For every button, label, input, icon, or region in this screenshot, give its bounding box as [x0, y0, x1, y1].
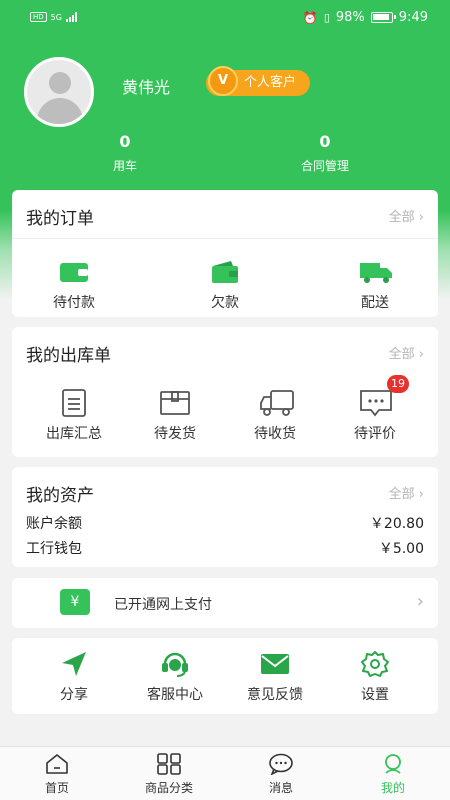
- tab-label: 消息: [268, 781, 293, 795]
- asset-label: 工行钱包: [26, 541, 82, 557]
- orders-title: 我的订单: [26, 209, 94, 229]
- hd-indicator: HD: [30, 12, 47, 22]
- avatar-head-shape: [49, 72, 71, 94]
- payment-label: 已开通网上支付: [114, 597, 212, 613]
- view-all-label: 全部: [388, 210, 415, 225]
- vibrate-icon: ▯: [323, 11, 330, 24]
- outbound-item-label: 出库汇总: [46, 426, 102, 442]
- stat-label: 用车: [112, 159, 137, 173]
- outbound-to-ship[interactable]: 待发货: [125, 389, 225, 443]
- view-all-label: 全部: [388, 347, 415, 362]
- outbound-item-label: 待收货: [254, 426, 296, 442]
- outbound-item-label: 待评价: [354, 426, 396, 442]
- outbound-to-review[interactable]: 19 待评价: [325, 375, 425, 443]
- asset-row-wallet[interactable]: 工行钱包 ￥5.00: [26, 538, 424, 558]
- chevron-right-icon: ›: [418, 487, 424, 502]
- outbound-to-receive[interactable]: 待收货: [225, 389, 325, 443]
- vip-icon: V: [208, 66, 238, 96]
- truck-icon: [359, 258, 392, 286]
- home-icon: [44, 753, 70, 775]
- avatar-body-shape: [37, 98, 83, 124]
- stat-value: 0: [119, 132, 131, 151]
- assets-view-all[interactable]: 全部 ›: [389, 483, 424, 502]
- truck-outline-icon: [259, 389, 294, 417]
- wallet-icon: [58, 258, 90, 286]
- bottom-tab-bar: 首页 商品分类 消息 我的: [0, 746, 450, 800]
- view-all-label: 全部: [388, 487, 415, 502]
- asset-value: ￥5.00: [378, 541, 424, 557]
- tab-messages[interactable]: 消息: [236, 753, 326, 796]
- orders-view-all[interactable]: 全部 ›: [389, 206, 424, 225]
- document-icon: [58, 389, 90, 417]
- headset-icon: [159, 650, 191, 678]
- asset-label: 账户余额: [26, 516, 82, 532]
- signal-icon: [65, 12, 77, 22]
- wallet-open-icon: [209, 258, 241, 286]
- stat-label: 合同管理: [300, 159, 349, 173]
- status-left: HD 5G: [30, 12, 77, 22]
- order-item-label: 待付款: [53, 295, 95, 311]
- user-icon: [380, 753, 406, 775]
- category-icon: [156, 753, 182, 775]
- payment-icon: ¥: [60, 589, 90, 615]
- order-pending-payment[interactable]: 待付款: [24, 258, 124, 312]
- battery-percent: 98%: [335, 10, 365, 25]
- status-bar: HD 5G ⏰ ▯ 98% 9:49: [0, 8, 450, 34]
- customer-type-badge: V 个人客户: [206, 66, 311, 96]
- tool-share[interactable]: 分享: [24, 650, 124, 704]
- tool-feedback[interactable]: 意见反馈: [225, 650, 325, 704]
- status-time: 9:49: [398, 10, 428, 25]
- gear-icon: [359, 650, 391, 678]
- payment-icon-symbol: ¥: [70, 594, 80, 610]
- tool-label: 设置: [361, 687, 389, 703]
- order-delivery[interactable]: 配送: [325, 258, 425, 312]
- tab-categories[interactable]: 商品分类: [124, 753, 214, 796]
- orders-card: 我的订单 全部 › 待付款 欠款 配送: [12, 190, 438, 317]
- tab-home[interactable]: 首页: [12, 753, 102, 796]
- assets-title: 我的资产: [26, 486, 94, 506]
- asset-row-balance[interactable]: 账户余额 ￥20.80: [26, 513, 424, 533]
- user-name: 黄伟光: [122, 78, 171, 97]
- chevron-right-icon: ›: [418, 347, 424, 362]
- network-type: 5G: [50, 12, 62, 22]
- tools-card: 分享 客服中心 意见反馈 设置: [12, 638, 438, 714]
- status-right: ⏰ ▯ 98% 9:49: [303, 10, 428, 25]
- outbound-item-label: 待发货: [154, 426, 196, 442]
- chevron-right-icon: ›: [418, 210, 424, 225]
- outbound-title: 我的出库单: [26, 346, 111, 366]
- tool-label: 意见反馈: [247, 687, 303, 703]
- stat-value: 0: [319, 132, 331, 151]
- tab-label: 我的: [380, 781, 405, 795]
- tab-label: 商品分类: [144, 781, 193, 795]
- tool-support[interactable]: 客服中心: [125, 650, 225, 704]
- notification-badge: 19: [387, 375, 409, 393]
- box-icon: [159, 389, 191, 417]
- chevron-right-icon: ›: [416, 591, 424, 612]
- assets-card: 我的资产 全部 › 账户余额 ￥20.80 工行钱包 ￥5.00: [12, 467, 438, 567]
- asset-value: ￥20.80: [369, 516, 424, 532]
- outbound-card: 我的出库单 全部 › 出库汇总 待发货 待收货 19 待评价: [12, 327, 438, 457]
- alarm-icon: ⏰: [302, 10, 318, 25]
- tab-label: 首页: [44, 781, 69, 795]
- message-icon: [268, 753, 294, 776]
- stat-contract[interactable]: 0 合同管理: [265, 132, 385, 174]
- stat-vehicle[interactable]: 0 用车: [65, 132, 185, 174]
- comment-icon: 19: [359, 375, 409, 417]
- send-icon: [58, 650, 90, 678]
- order-item-label: 欠款: [211, 295, 239, 311]
- customer-type-label: 个人客户: [244, 75, 297, 90]
- divider: [12, 238, 438, 239]
- tool-settings[interactable]: 设置: [325, 650, 425, 704]
- avatar[interactable]: [24, 57, 94, 127]
- outbound-summary[interactable]: 出库汇总: [24, 389, 124, 443]
- online-payment-row[interactable]: ¥ 已开通网上支付 ›: [12, 578, 438, 628]
- order-item-label: 配送: [361, 295, 389, 311]
- outbound-view-all[interactable]: 全部 ›: [389, 343, 424, 362]
- mail-icon: [259, 650, 291, 678]
- tool-label: 分享: [60, 687, 88, 703]
- tab-mine[interactable]: 我的: [348, 753, 438, 796]
- order-arrears[interactable]: 欠款: [175, 258, 275, 312]
- tool-label: 客服中心: [147, 687, 203, 703]
- battery-icon: [370, 12, 396, 23]
